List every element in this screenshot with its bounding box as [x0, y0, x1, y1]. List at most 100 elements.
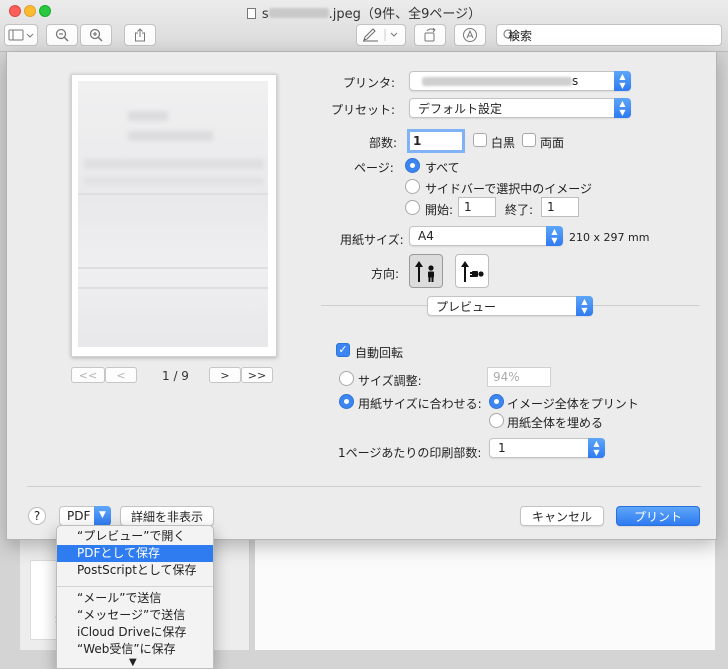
paper-size-popup[interactable]: A4 ▲ ▼	[409, 226, 563, 246]
menu-item-send-mail[interactable]: “メール”で送信	[57, 590, 213, 607]
menu-item-send-messages[interactable]: “メッセージ”で送信	[57, 607, 213, 624]
previous-page-button[interactable]: <	[105, 367, 137, 383]
copies-per-page-value: 1	[498, 441, 506, 455]
menu-item-save-as-pdf[interactable]: PDFとして保存	[57, 545, 213, 562]
zoom-out-button[interactable]	[46, 24, 78, 46]
updown-chevron-icon: ▲ ▼	[614, 71, 631, 91]
updown-chevron-icon: ▲ ▼	[546, 226, 563, 246]
zoom-in-icon	[89, 28, 103, 42]
printer-label: プリンタ:	[343, 76, 396, 90]
paper-size-label: 用紙サイズ:	[340, 233, 404, 247]
rotate-button[interactable]	[414, 24, 446, 46]
copies-label: 部数:	[369, 136, 398, 150]
portrait-orientation-button[interactable]	[409, 254, 443, 288]
copies-field[interactable]: 1	[407, 129, 465, 153]
portrait-icon	[415, 261, 434, 282]
orientation-label: 方向:	[371, 267, 400, 281]
redacted-filename	[268, 8, 329, 18]
fit-entire-image-radio[interactable]	[489, 394, 504, 409]
scale-radio[interactable]	[339, 371, 354, 386]
preview-image	[78, 81, 268, 347]
preset-label: プリセット:	[331, 103, 396, 117]
markup-button[interactable]	[356, 24, 406, 46]
menu-scroll-down-arrow-icon[interactable]: ▼	[129, 657, 137, 668]
duplex-label: 両面	[540, 136, 565, 150]
pages-sidebar-label: サイドバーで選択中のイメージ	[425, 182, 593, 196]
sidebar-toggle-button[interactable]	[4, 24, 38, 46]
printer-name-suffix: s	[572, 74, 579, 88]
jpeg-file-icon	[246, 8, 256, 19]
next-page-button[interactable]: >	[209, 367, 241, 383]
landscape-icon	[461, 261, 484, 282]
landscape-orientation-button[interactable]	[455, 254, 489, 288]
black-white-label: 白黒	[491, 136, 516, 150]
search-field[interactable]: 検索	[496, 24, 722, 46]
zoom-out-icon	[55, 28, 69, 42]
fit-paper-radio[interactable]	[339, 394, 354, 409]
share-icon	[135, 28, 145, 42]
window-title: s .jpeg（9件、全9ページ）	[0, 3, 728, 22]
paper-size-value: A4	[418, 229, 434, 243]
last-page-button[interactable]: >>	[241, 367, 273, 383]
updown-chevron-icon: ▲ ▼	[588, 438, 605, 458]
rotate-icon	[424, 28, 436, 42]
pages-label: ページ:	[354, 161, 394, 175]
share-button[interactable]	[124, 24, 156, 46]
pdf-menu-button[interactable]: PDF ▼	[59, 506, 111, 526]
sidebar-icon	[8, 29, 34, 41]
pages-range-radio[interactable]	[405, 200, 420, 215]
pages-all-radio[interactable]	[405, 158, 420, 173]
page-indicator: 1 / 9	[162, 369, 189, 383]
search-placeholder: 検索	[508, 28, 533, 43]
hide-details-button[interactable]: 詳細を非表示	[120, 506, 214, 526]
paper-dimensions: 210 x 297 mm	[569, 231, 650, 244]
annotate-circle-icon	[463, 28, 477, 42]
pen-icon	[363, 28, 398, 42]
document-view	[255, 540, 715, 650]
print-dialog: << < 1 / 9 > >> プリンタ: s ▲ ▼ プリセット: デフォルト設…	[6, 52, 717, 540]
fit-entire-image-label: イメージ全体をプリント	[507, 397, 639, 411]
chevron-down-icon: ▼	[94, 506, 111, 526]
fit-paper-label: 用紙サイズに合わせる:	[358, 397, 482, 411]
window-title-suffix: .jpeg（9件、全9ページ）	[328, 7, 482, 22]
updown-chevron-icon: ▲ ▼	[614, 98, 631, 118]
first-page-button[interactable]: <<	[71, 367, 105, 383]
zoom-in-button[interactable]	[80, 24, 112, 46]
fit-fill-paper-radio[interactable]	[489, 413, 504, 428]
preset-popup[interactable]: デフォルト設定 ▲ ▼	[409, 98, 631, 118]
pages-from-field[interactable]: 1	[458, 197, 496, 217]
menu-item-save-web-receipts[interactable]: “Web受信”に保存	[57, 641, 213, 658]
copies-per-page-popup[interactable]: 1 ▲ ▼	[489, 438, 605, 458]
auto-rotate-label: 自動回転	[355, 346, 404, 360]
copies-per-page-label: 1ページあたりの印刷部数:	[338, 446, 482, 460]
printer-popup[interactable]: s ▲ ▼	[409, 71, 631, 91]
pages-to-field[interactable]: 1	[541, 197, 579, 217]
window-titlebar: s .jpeg（9件、全9ページ） 検索	[0, 0, 728, 52]
section-value: プレビュー	[436, 299, 497, 314]
duplex-checkbox[interactable]	[522, 133, 536, 147]
pages-all-label: すべて	[425, 161, 460, 175]
section-popup[interactable]: プレビュー ▲ ▼	[427, 296, 593, 316]
menu-item-open-in-preview[interactable]: “プレビュー”で開く	[57, 528, 213, 545]
menu-separator	[57, 586, 213, 587]
pages-sidebar-radio[interactable]	[405, 179, 420, 194]
print-button[interactable]: プリント	[616, 506, 700, 526]
fit-fill-paper-label: 用紙全体を埋める	[507, 416, 604, 430]
help-button[interactable]: ?	[28, 507, 46, 525]
cancel-button[interactable]: キャンセル	[520, 506, 604, 526]
preset-value: デフォルト設定	[418, 101, 503, 116]
pages-to-label: 終了:	[505, 203, 534, 217]
menu-item-save-as-postscript[interactable]: PostScriptとして保存	[57, 562, 213, 579]
auto-rotate-checkbox[interactable]: ✓	[336, 343, 350, 357]
window-title-prefix: s	[261, 7, 269, 22]
black-white-checkbox[interactable]	[473, 133, 487, 147]
pdf-dropdown-menu: “プレビュー”で開く PDFとして保存 PostScriptとして保存 “メール…	[56, 525, 214, 669]
print-preview	[71, 74, 277, 357]
updown-chevron-icon: ▲ ▼	[576, 296, 593, 316]
scale-label: サイズ調整:	[358, 374, 422, 388]
pdf-label: PDF	[67, 509, 91, 523]
scale-field[interactable]: 94%	[487, 367, 551, 387]
menu-item-save-icloud-drive[interactable]: iCloud Driveに保存	[57, 624, 213, 641]
pages-from-label: 開始:	[425, 203, 454, 217]
annotate-button[interactable]	[454, 24, 486, 46]
